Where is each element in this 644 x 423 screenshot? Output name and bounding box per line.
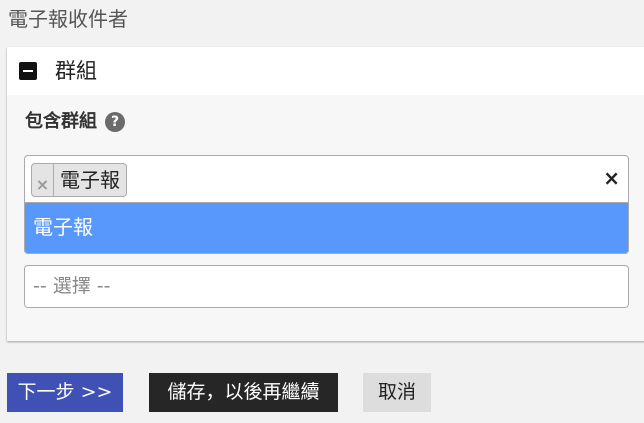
save-continue-later-button[interactable]: 儲存，以後再繼續 — [149, 373, 338, 412]
question-circle-icon[interactable]: ? — [105, 112, 125, 132]
panel-title: 群組 — [55, 59, 97, 83]
choose-select[interactable]: -- 選擇 -- — [24, 265, 629, 308]
remove-tag-icon[interactable]: × — [32, 164, 54, 196]
close-icon[interactable]: × — [603, 166, 620, 190]
selected-tag: × 電子報 — [31, 163, 127, 197]
minus-square-icon[interactable] — [19, 62, 37, 80]
group-panel: 群組 包含群組 ? × 電子報 × 電子報 -- 選擇 -- — [7, 47, 644, 341]
field-label: 包含群組 — [25, 111, 97, 132]
cancel-button[interactable]: 取消 — [363, 373, 431, 412]
dropdown-option-newsletter[interactable]: 電子報 — [24, 203, 629, 254]
next-button[interactable]: 下一步 >> — [7, 373, 123, 412]
group-multiselect[interactable]: × 電子報 × — [24, 155, 629, 203]
selected-tag-label: 電子報 — [60, 168, 120, 192]
panel-header[interactable]: 群組 — [7, 47, 644, 95]
page-title: 電子報收件者 — [8, 7, 128, 31]
field-label-row: 包含群組 ? — [25, 110, 125, 134]
